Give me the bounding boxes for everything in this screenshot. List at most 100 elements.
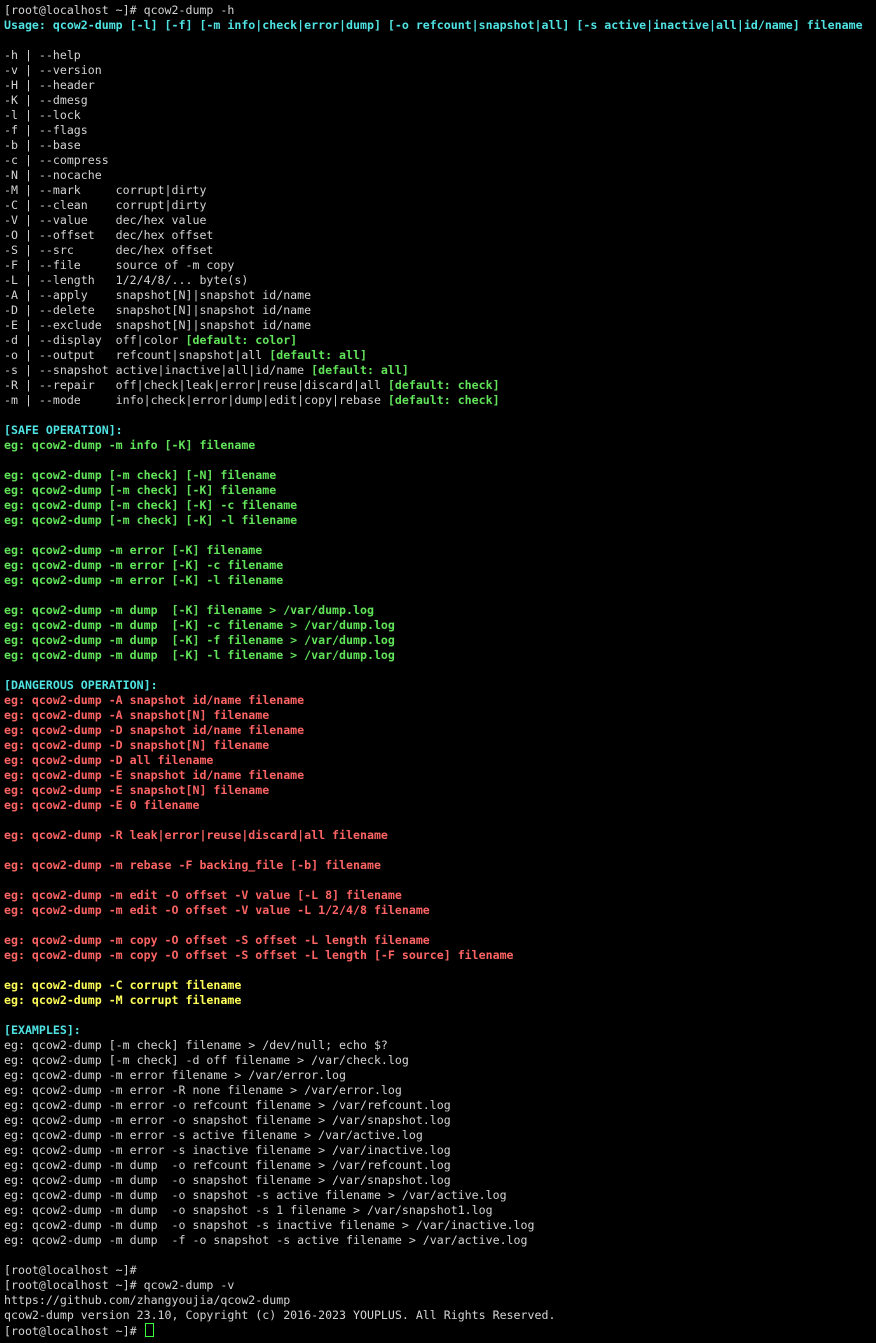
option-line: -L | --length 1/2/4/8/... byte(s) [4, 273, 876, 288]
option-text: -L | --length 1/2/4/8/... byte(s) [4, 273, 249, 287]
terminal-window[interactable]: [root@localhost ~]# qcow2-dump -h Usage:… [0, 0, 876, 1343]
option-text: -S | --src dec/hex offset [4, 243, 214, 257]
command-text: qcow2-dump -v [143, 1278, 235, 1292]
option-line: -F | --file source of -m copy [4, 258, 876, 273]
command-example-line: eg: qcow2-dump -m edit -O offset -V valu… [4, 888, 402, 902]
option-text: -R | --repair off|check|leak|error|reuse… [4, 378, 388, 392]
example-line: eg: qcow2-dump -m dump -o snapshot filen… [4, 1173, 451, 1187]
shell-prompt: [root@localhost ~]# [4, 1324, 144, 1338]
option-text: -h | --help [4, 48, 81, 62]
command-example-line: eg: qcow2-dump -m error [-K] -c filename [4, 558, 284, 572]
example-line: eg: qcow2-dump -m error -R none filename… [4, 1083, 402, 1097]
command-example-line: eg: qcow2-dump -m info [-K] filename [4, 438, 256, 452]
command-example-line: eg: qcow2-dump -R leak|error|reuse|disca… [4, 828, 388, 842]
command-example-line: eg: qcow2-dump -m dump [-K] filename > /… [4, 603, 374, 617]
command-example-line: eg: qcow2-dump -A snapshot[N] filename [4, 708, 270, 722]
option-line: -N | --nocache [4, 168, 876, 183]
option-line: -h | --help [4, 48, 876, 63]
example-line: eg: qcow2-dump -m error -s active filena… [4, 1128, 423, 1142]
option-line: -E | --exclude snapshot[N]|snapshot id/n… [4, 318, 876, 333]
option-line: -R | --repair off|check|leak|error|reuse… [4, 378, 876, 393]
option-text: -H | --header [4, 78, 95, 92]
prompt-line: [root@localhost ~]# qcow2-dump -h [4, 3, 876, 18]
command-example-line: eg: qcow2-dump -m copy -O offset -S offs… [4, 933, 430, 947]
option-line: -o | --output refcount|snapshot|all [def… [4, 348, 876, 363]
option-line: -l | --lock [4, 108, 876, 123]
option-line: -D | --delete snapshot[N]|snapshot id/na… [4, 303, 876, 318]
command-example-line: eg: qcow2-dump -m dump [-K] -l filename … [4, 648, 395, 662]
option-line: -V | --value dec/hex value [4, 213, 876, 228]
example-line: eg: qcow2-dump -m error filename > /var/… [4, 1068, 347, 1082]
command-example-line: eg: qcow2-dump -C corrupt filename [4, 978, 242, 992]
shell-prompt: [root@localhost ~]# [4, 1278, 144, 1292]
cursor-block[interactable] [144, 1323, 154, 1337]
option-text: -v | --version [4, 63, 102, 77]
example-line: eg: qcow2-dump -m error -o snapshot file… [4, 1113, 451, 1127]
option-text: -A | --apply snapshot[N]|snapshot id/nam… [4, 288, 312, 302]
command-example-line: eg: qcow2-dump -m dump [-K] -f filename … [4, 633, 395, 647]
command-example-line: eg: qcow2-dump -D snapshot id/name filen… [4, 723, 305, 737]
example-line: eg: qcow2-dump [-m check] filename > /de… [4, 1038, 388, 1052]
option-default: [default: all] [269, 348, 367, 362]
option-text: -F | --file source of -m copy [4, 258, 235, 272]
command-example-line: eg: qcow2-dump -m dump [-K] -c filename … [4, 618, 395, 632]
corrupt-operation-list: eg: qcow2-dump -C corrupt filename eg: qc… [4, 978, 876, 1008]
command-text: qcow2-dump -h [143, 3, 235, 17]
option-line: -M | --mark corrupt|dirty [4, 183, 876, 198]
url-output: https://github.com/zhangyoujia/qcow2-dum… [4, 1293, 291, 1307]
option-text: -b | --base [4, 138, 81, 152]
example-line: eg: qcow2-dump -m dump -o snapshot -s in… [4, 1218, 535, 1232]
command-example-line: eg: qcow2-dump -m rebase -F backing_file… [4, 858, 381, 872]
example-line: eg: qcow2-dump -m dump -o snapshot -s ac… [4, 1188, 507, 1202]
command-example-line: eg: qcow2-dump -E snapshot id/name filen… [4, 768, 305, 782]
command-example-line: eg: qcow2-dump -m edit -O offset -V valu… [4, 903, 430, 917]
option-text: -D | --delete snapshot[N]|snapshot id/na… [4, 303, 312, 317]
option-line: -b | --base [4, 138, 876, 153]
options-list: -h | --help -v | --version -H | --header -K… [4, 48, 876, 408]
option-line: -O | --offset dec/hex offset [4, 228, 876, 243]
shell-prompt: [root@localhost ~]# [4, 1263, 144, 1277]
example-line: eg: qcow2-dump [-m check] -d off filenam… [4, 1053, 409, 1067]
option-text: -c | --compress [4, 153, 109, 167]
option-line: -c | --compress [4, 153, 876, 168]
option-line: -C | --clean corrupt|dirty [4, 198, 876, 213]
option-text: -s | --snapshot active|inactive|all|id/n… [4, 363, 312, 377]
command-example-line: eg: qcow2-dump -D snapshot[N] filename [4, 738, 270, 752]
examples-list: eg: qcow2-dump [-m check] filename > /de… [4, 1038, 876, 1248]
command-example-line: eg: qcow2-dump -A snapshot id/name filen… [4, 693, 305, 707]
option-line: -m | --mode info|check|error|dump|edit|c… [4, 393, 876, 408]
prompt-line: [root@localhost ~]# qcow2-dump -v [4, 1278, 876, 1293]
command-example-line: eg: qcow2-dump -m error [-K] -l filename [4, 573, 284, 587]
command-example-line: eg: qcow2-dump -E 0 filename [4, 798, 200, 812]
examples-header: [EXAMPLES]: [4, 1023, 81, 1037]
option-text: -d | --display off|color [4, 333, 186, 347]
command-example-line: eg: qcow2-dump [-m check] [-K] -c filena… [4, 498, 298, 512]
example-line: eg: qcow2-dump -m error -s inactive file… [4, 1143, 451, 1157]
dangerous-operation-header: [DANGEROUS OPERATION]: [4, 678, 158, 692]
option-line: -H | --header [4, 78, 876, 93]
option-default: [default: color] [185, 333, 298, 347]
option-text: -K | --dmesg [4, 93, 88, 107]
option-text: -m | --mode info|check|error|dump|edit|c… [4, 393, 388, 407]
command-example-line: eg: qcow2-dump -D all filename [4, 753, 214, 767]
option-default: [default: check] [387, 378, 500, 392]
usage-line: Usage: qcow2-dump [-l] [-f] [-m info|che… [4, 18, 863, 32]
option-line: -f | --flags [4, 123, 876, 138]
option-text: -l | --lock [4, 108, 81, 122]
example-line: eg: qcow2-dump -m dump -o snapshot -s 1 … [4, 1203, 493, 1217]
option-default: [default: all] [311, 363, 409, 377]
prompt-line: [root@localhost ~]# [4, 1263, 876, 1278]
prompt-line: [root@localhost ~]# [4, 1323, 876, 1338]
command-example-line: eg: qcow2-dump -M corrupt filename [4, 993, 242, 1007]
option-text: -V | --value dec/hex value [4, 213, 207, 227]
option-line: -s | --snapshot active|inactive|all|id/n… [4, 363, 876, 378]
